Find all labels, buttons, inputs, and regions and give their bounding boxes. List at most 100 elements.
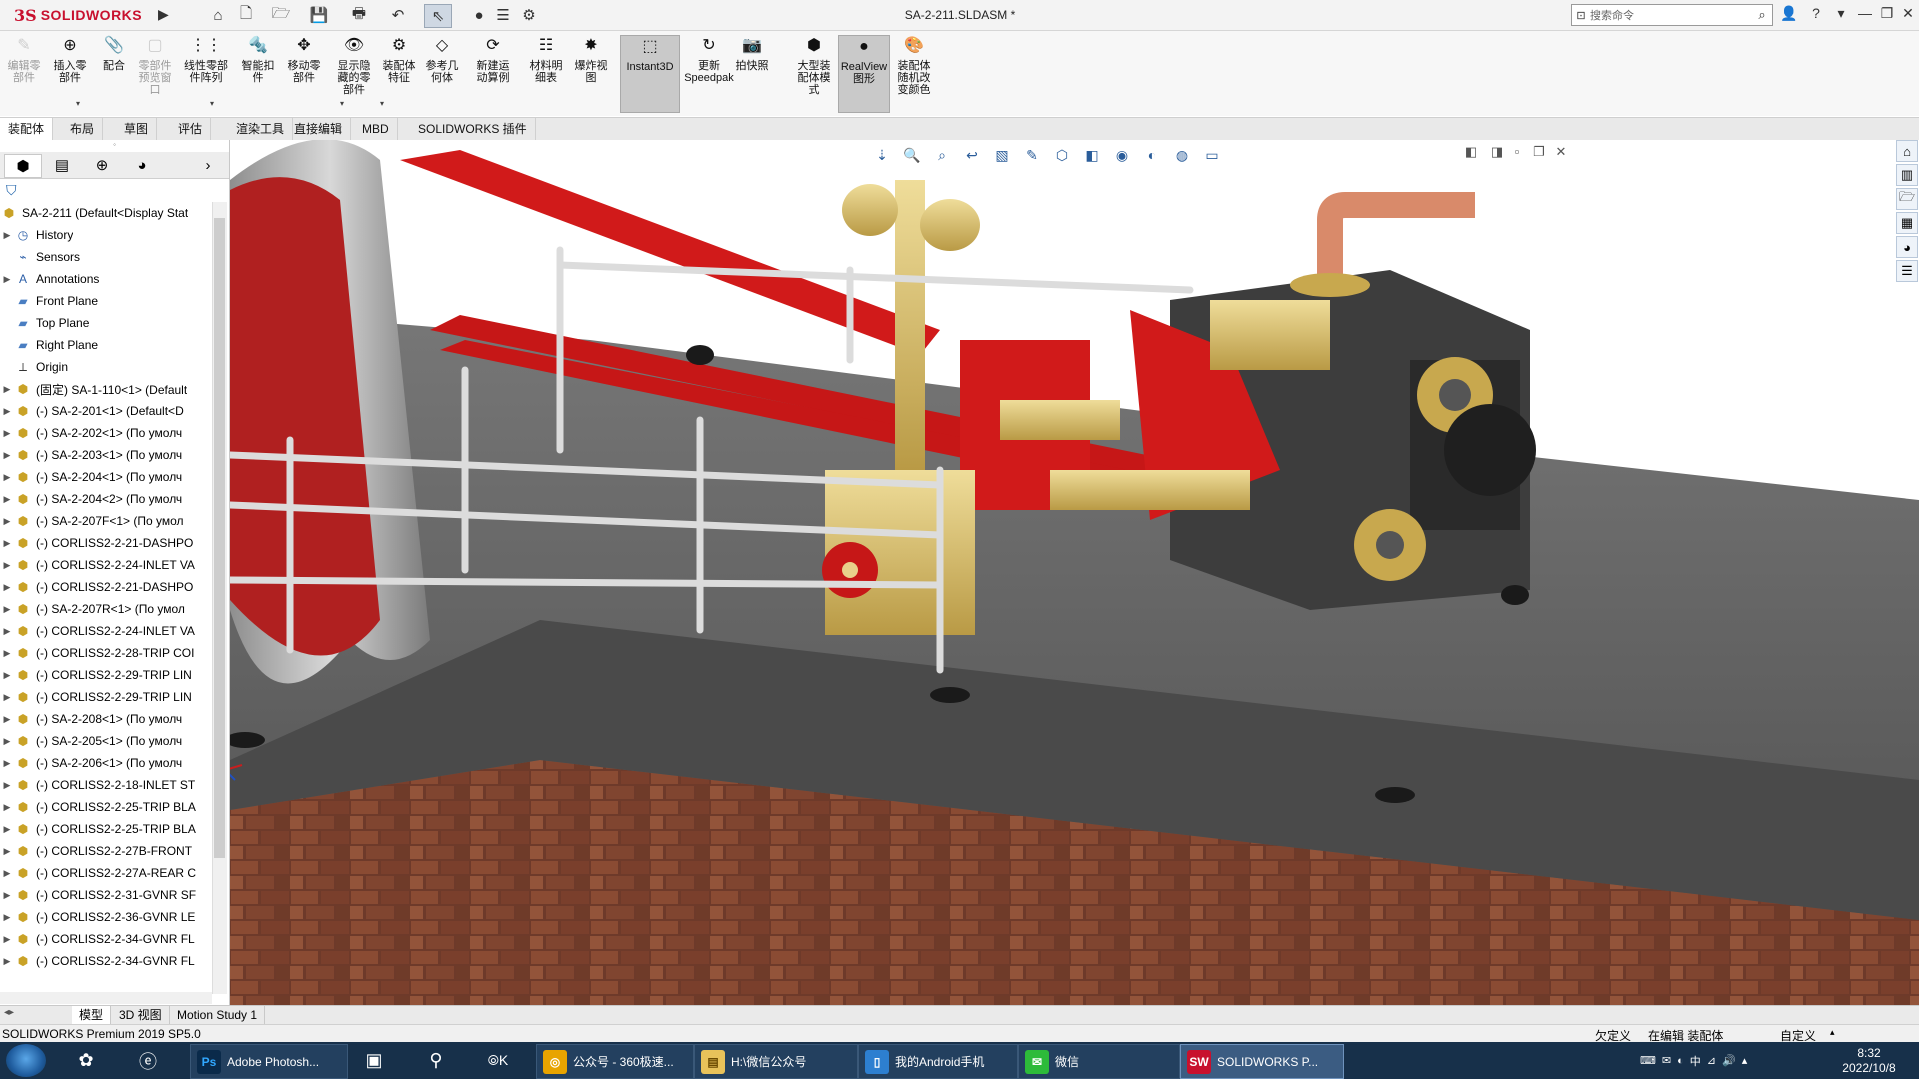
bottom-tab-2[interactable]: Motion Study 1 [170, 1006, 266, 1024]
ribbon-dropdown-caret-icon[interactable]: ▾ [340, 99, 344, 108]
tree-item[interactable]: ▶ ⬢ (-) CORLISS2-2-34-GVNR FL [0, 928, 212, 950]
expand-arrow-icon[interactable]: ▶ [0, 736, 14, 747]
expand-arrow-icon[interactable]: ▶ [0, 560, 14, 571]
obs-icon[interactable]: ⦾K [474, 1044, 522, 1077]
ribbon-dropdown-caret-icon[interactable]: ▾ [76, 99, 80, 108]
view-palette-icon[interactable]: ▦ [1896, 212, 1918, 234]
search-input[interactable]: 搜索命令 [1590, 7, 1752, 23]
ribbon-linear-pattern-button[interactable]: ⋮⋮ 线性零部 件阵列 [178, 35, 234, 111]
ribbon-part-preview-button[interactable]: ▢ 零部件 预览窗 口 [136, 35, 174, 111]
close-icon[interactable]: ✕ [1897, 5, 1919, 22]
bottom-tab-0[interactable]: 模型 [72, 1006, 112, 1024]
tile-right-icon[interactable]: ◨ [1486, 144, 1508, 160]
tree-item[interactable]: ▶ ⬢ (-) SA-2-208<1> (По умолч [0, 708, 212, 730]
units-dropdown-icon[interactable]: ▴ [1830, 1027, 1835, 1038]
taskbar-window-button[interactable]: SW SOLIDWORKS P... [1180, 1044, 1344, 1079]
tile-left-icon[interactable]: ◧ [1460, 144, 1482, 160]
pinned-app-icon[interactable]: ▣ [350, 1044, 398, 1077]
expand-arrow-icon[interactable]: ▶ [0, 516, 14, 527]
taskbar-window-button[interactable]: ▤ H:\微信公众号 [694, 1044, 858, 1079]
expand-arrow-icon[interactable]: ▶ [0, 538, 14, 549]
tree-item[interactable]: ▶ ⬢ (-) CORLISS2-2-36-GVNR LE [0, 906, 212, 928]
design-library-icon[interactable]: ▥ [1896, 164, 1918, 186]
scrollbar-thumb[interactable] [214, 218, 225, 858]
expand-arrow-icon[interactable]: ▶ [0, 604, 14, 615]
ribbon-assembly-color-button[interactable]: 🎨 装配体 随机改 变颜色 [894, 35, 934, 111]
view-settings-icon[interactable]: ▭ [1200, 144, 1224, 166]
file-explorer-icon[interactable]: 🗁 [1896, 188, 1918, 210]
tree-item[interactable]: ▶ ⬢ (-) CORLISS2-2-18-INLET ST [0, 774, 212, 796]
tree-root-assembly[interactable]: ⬢ SA-2-211 (Default<Display Stat [0, 202, 212, 224]
user-icon[interactable]: 👤 [1778, 5, 1800, 22]
tree-item[interactable]: ▶ ⬢ (-) CORLISS2-2-21-DASHPO [0, 532, 212, 554]
tree-item[interactable]: ▶ ⬢ (固定) SA-1-110<1> (Default [0, 378, 212, 400]
ribbon-bom-button[interactable]: ☷ 材料明 细表 [526, 35, 566, 111]
hide-show-items-icon[interactable]: ◉ [1110, 144, 1134, 166]
keyboard-icon[interactable]: ⌨ [1640, 1054, 1656, 1067]
ribbon-large-assembly-button[interactable]: ⬢ 大型装 配体模 式 [790, 35, 838, 111]
ribbon-smart-fasteners-button[interactable]: 🔩 智能扣 件 [240, 35, 276, 111]
ribbon-dropdown-caret-icon[interactable]: ▾ [380, 99, 384, 108]
solidworks-logo[interactable]: 3S SOLIDWORKS [14, 4, 142, 26]
ribbon-show-hidden-button[interactable]: 👁 显示隐 藏的零 部件 [330, 35, 378, 111]
app-icon-1[interactable]: ✿ [62, 1044, 110, 1077]
graphics-area[interactable]: ⇣ 🔍 ⌕ ↩ ▧ ✎ ⬡ ◧ ◉ ◐ ◍ ▭ ◧ ◨ ▫ ❐ ✕ ⌂ ▥ 🗁 … [230, 140, 1919, 1005]
ribbon-assembly-features-button[interactable]: ⚙ 装配体 特征 [378, 35, 420, 111]
search-icon[interactable]: ⌕ [1752, 7, 1772, 23]
ribbon-move-part-button[interactable]: ✥ 移动零 部件 [282, 35, 326, 111]
dynamic-annotation-icon[interactable]: ✎ [1020, 144, 1044, 166]
expand-arrow-icon[interactable]: ▶ [0, 428, 14, 439]
cm-tab-1[interactable]: 布局 [62, 118, 104, 140]
tab-scroll-icon[interactable]: ◂▸ [4, 1007, 14, 1018]
input-method-icon[interactable]: 中 [1690, 1053, 1701, 1069]
tree-item[interactable]: ▶ ⬢ (-) SA-2-206<1> (По умолч [0, 752, 212, 774]
options-icon[interactable]: ☰ [490, 4, 516, 26]
apply-scene-icon[interactable]: ◍ [1170, 144, 1194, 166]
tree-item[interactable]: ▶ ⬢ (-) SA-2-207R<1> (По умол [0, 598, 212, 620]
tree-item[interactable]: ▶ A Annotations [0, 268, 212, 290]
help-dropdown-icon[interactable]: ▾ [1830, 5, 1852, 22]
expand-arrow-icon[interactable]: ▶ [0, 626, 14, 637]
search-commands[interactable]: ⊡ 搜索命令 ⌕ [1571, 4, 1773, 26]
expand-arrow-icon[interactable]: ▶ [0, 890, 14, 901]
tree-item[interactable]: ⌁ Sensors [0, 246, 212, 268]
expand-arrow-icon[interactable]: ▶ [0, 868, 14, 879]
appearances-icon[interactable]: ◕ [1896, 236, 1918, 258]
home-icon[interactable]: ⌂ [205, 4, 231, 26]
ribbon-update-speedpak-button[interactable]: ↻ 更新 Speedpak [684, 35, 734, 111]
tree-item[interactable]: ▶ ⬢ (-) SA-2-201<1> (Default<D [0, 400, 212, 422]
configuration-tab-icon[interactable]: ⊕ [84, 154, 120, 176]
taskbar-window-button[interactable]: Ps Adobe Photosh... [190, 1044, 348, 1079]
cm-tab-4[interactable]: 渲染工具 [228, 118, 294, 140]
network-icon[interactable]: ⊿ [1707, 1054, 1716, 1067]
tree-item[interactable]: ▶ ⬢ (-) CORLISS2-2-34-GVNR FL [0, 950, 212, 972]
tree-item[interactable]: ▶ ⬢ (-) SA-2-204<1> (По умолч [0, 466, 212, 488]
help-icon[interactable]: ? [1805, 5, 1827, 21]
traffic-light-icon[interactable]: ● [466, 4, 492, 26]
open-icon[interactable]: 🗁 [268, 4, 294, 26]
tree-item[interactable]: ▶ ⬢ (-) CORLISS2-2-27A-REAR C [0, 862, 212, 884]
ribbon-edit-part-button[interactable]: ✎ 编辑零 部件 [4, 35, 44, 111]
menu-expand-icon[interactable]: ▶ [158, 6, 169, 23]
tree-item[interactable]: ▶ ⬢ (-) SA-2-205<1> (По умолч [0, 730, 212, 752]
tree-scrollbar[interactable] [212, 202, 227, 994]
tree-item[interactable]: ▶ ⬢ (-) SA-2-202<1> (По умолч [0, 422, 212, 444]
expand-arrow-icon[interactable]: ▶ [0, 714, 14, 725]
section-view-icon[interactable]: ▧ [990, 144, 1014, 166]
expand-arrow-icon[interactable]: ▶ [0, 670, 14, 681]
ribbon-snapshot-button[interactable]: 📷 拍快照 [734, 35, 770, 111]
tree-item[interactable]: ▶ ⬢ (-) CORLISS2-2-25-TRIP BLA [0, 818, 212, 840]
expand-arrow-icon[interactable]: ▶ [0, 934, 14, 945]
panel-collapse-handle[interactable]: ◦ [0, 140, 229, 152]
volume-icon[interactable]: 🔊 [1722, 1054, 1736, 1067]
expand-arrow-icon[interactable]: ▶ [0, 230, 14, 241]
tree-item[interactable]: ▶ ⬢ (-) SA-2-203<1> (По умолч [0, 444, 212, 466]
expand-arrow-icon[interactable]: ▶ [0, 494, 14, 505]
tree-item[interactable]: ▶ ⬢ (-) CORLISS2-2-28-TRIP COI [0, 642, 212, 664]
expand-arrow-icon[interactable]: ▶ [0, 582, 14, 593]
restore-icon[interactable]: ❐ [1876, 5, 1898, 22]
cm-tab-6[interactable]: MBD [354, 118, 398, 140]
tree-item[interactable]: ▶ ⬢ (-) SA-2-204<2> (По умолч [0, 488, 212, 510]
taskbar-window-button[interactable]: ▯ 我的Android手机 [858, 1044, 1018, 1079]
expand-arrow-icon[interactable]: ▶ [0, 758, 14, 769]
